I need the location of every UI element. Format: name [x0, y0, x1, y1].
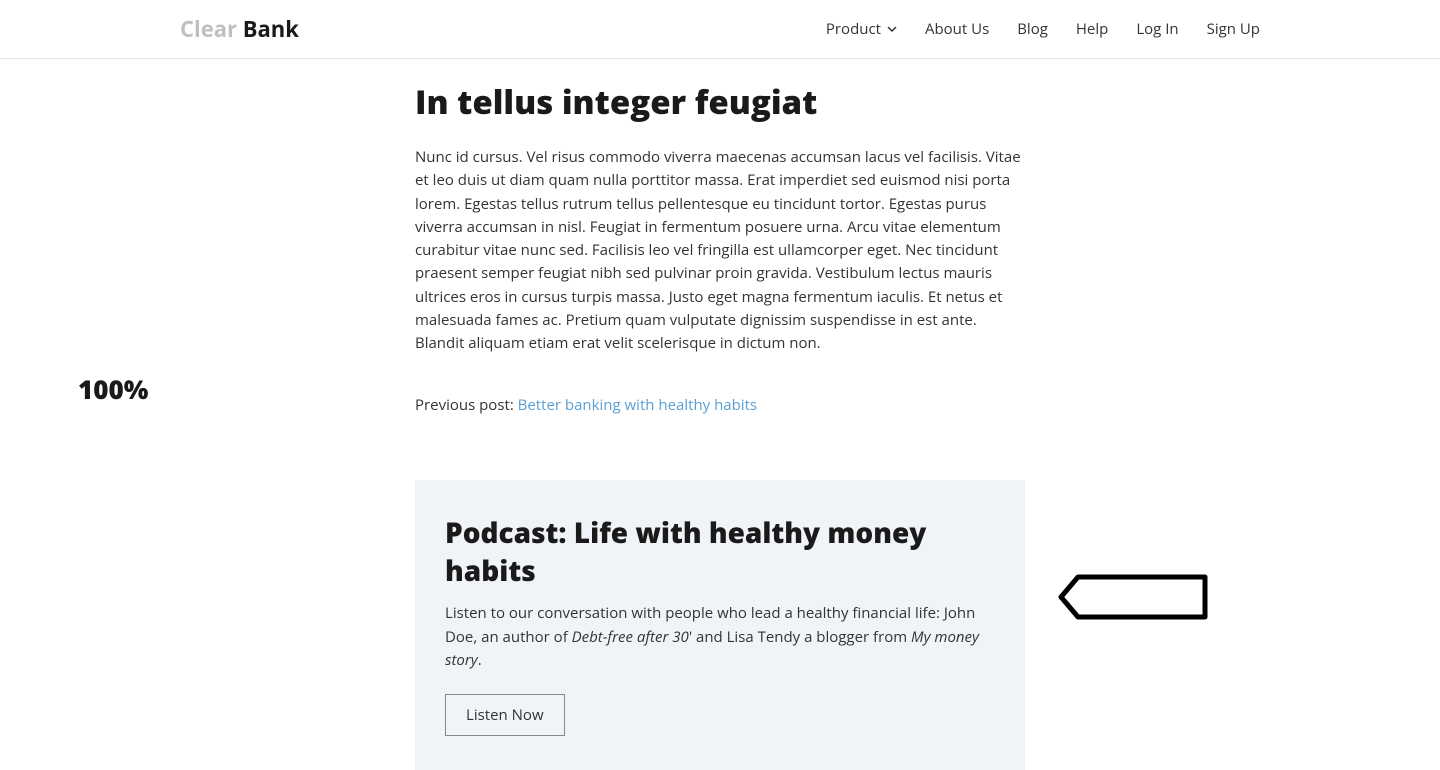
- logo-clear: Clear: [180, 14, 237, 44]
- nav-signup-label: Sign Up: [1207, 19, 1260, 39]
- podcast-box: Podcast: Life with healthy money habits …: [415, 480, 1025, 770]
- listen-now-button[interactable]: Listen Now: [445, 694, 565, 736]
- nav-help-label: Help: [1076, 19, 1108, 39]
- podcast-desc-part3: .: [478, 650, 482, 670]
- nav-item-help[interactable]: Help: [1076, 19, 1108, 39]
- nav-item-about[interactable]: About Us: [925, 19, 989, 39]
- article-body: Nunc id cursus. Vel risus commodo viverr…: [415, 146, 1025, 355]
- article-heading: In tellus integer feugiat: [415, 79, 1025, 124]
- logo-bank: Bank: [237, 14, 299, 44]
- podcast-em1: Debt-free after 30: [572, 627, 689, 647]
- logo[interactable]: Clear Bank: [180, 14, 299, 44]
- annotation-percent: 100%: [78, 371, 148, 407]
- podcast-title: Podcast: Life with healthy money habits: [445, 514, 995, 590]
- main-content: 100% In tellus integer feugiat Nunc id c…: [0, 59, 1440, 770]
- podcast-description: Listen to our conversation with people w…: [445, 602, 995, 672]
- nav-about-label: About Us: [925, 19, 989, 39]
- nav-login-label: Log In: [1136, 19, 1178, 39]
- nav-item-signup[interactable]: Sign Up: [1207, 19, 1260, 39]
- previous-post-label: Previous post:: [415, 395, 518, 415]
- nav-product-label: Product: [826, 19, 881, 39]
- nav-blog-label: Blog: [1017, 19, 1048, 39]
- annotation-label-icon: [1058, 574, 1208, 625]
- podcast-desc-part2: ' and Lisa Tendy a blogger from: [689, 627, 911, 647]
- article: In tellus integer feugiat Nunc id cursus…: [415, 79, 1025, 770]
- previous-post: Previous post: Better banking with healt…: [415, 395, 1025, 415]
- chevron-down-icon: [887, 19, 897, 39]
- previous-post-link[interactable]: Better banking with healthy habits: [518, 395, 757, 415]
- nav-item-blog[interactable]: Blog: [1017, 19, 1048, 39]
- nav-item-login[interactable]: Log In: [1136, 19, 1178, 39]
- nav-item-product[interactable]: Product: [826, 19, 897, 39]
- nav-menu: Product About Us Blog Help Log In Sign U…: [826, 19, 1260, 39]
- navbar: Clear Bank Product About Us Blog Help Lo…: [0, 0, 1440, 59]
